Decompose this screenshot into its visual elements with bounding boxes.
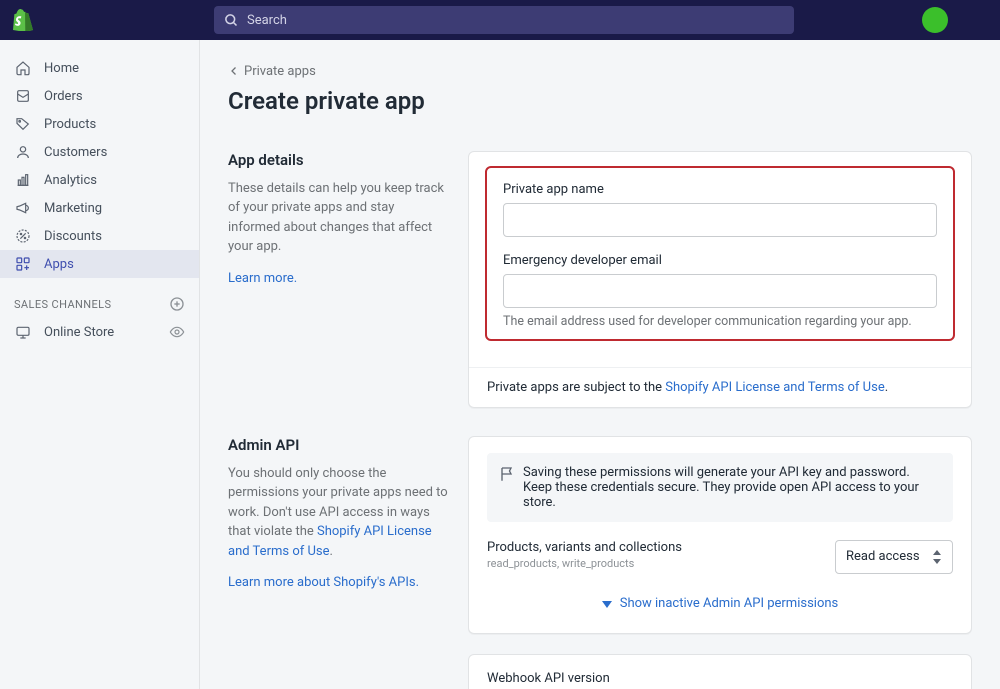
select-chevron-icon	[932, 550, 942, 564]
apps-icon	[14, 256, 32, 272]
learn-more-link[interactable]: Learn more.	[228, 271, 297, 286]
permission-row-products: Products, variants and collections read_…	[487, 540, 953, 574]
sidebar-item-label: Orders	[44, 89, 83, 104]
main-content: Private apps Create private app App deta…	[200, 40, 1000, 689]
sidebar-item-label: Products	[44, 117, 96, 132]
sidebar: Home Orders Products Customers Analytics…	[0, 40, 200, 689]
tag-icon	[14, 116, 32, 132]
discount-icon	[14, 228, 32, 244]
flag-icon	[499, 465, 517, 510]
sidebar-item-apps[interactable]: Apps	[0, 250, 199, 278]
section-heading: App details	[228, 151, 448, 169]
toggle-label: Show inactive Admin API permissions	[620, 596, 839, 611]
section-app-details: App details These details can help you k…	[228, 151, 972, 408]
sidebar-item-label: Discounts	[44, 229, 102, 244]
show-inactive-toggle[interactable]: Show inactive Admin API permissions	[602, 596, 839, 611]
sidebar-section-header: SALES CHANNELS	[0, 278, 199, 318]
analytics-icon	[14, 172, 32, 188]
webhook-card: Webhook API version 2020-04 (Latest)	[468, 654, 972, 689]
eye-icon[interactable]	[169, 324, 185, 340]
api-key-banner: Saving these permissions will generate y…	[487, 453, 953, 522]
developer-email-input[interactable]	[503, 274, 937, 308]
caret-down-icon	[602, 599, 612, 609]
app-details-card: Private app name Emergency developer ema…	[468, 151, 972, 408]
add-channel-icon[interactable]	[169, 296, 185, 312]
sidebar-item-analytics[interactable]: Analytics	[0, 166, 199, 194]
breadcrumb[interactable]: Private apps	[228, 64, 316, 79]
permission-title: Products, variants and collections	[487, 540, 682, 555]
webhook-version-label: Webhook API version	[487, 671, 953, 686]
sidebar-section-label: SALES CHANNELS	[14, 298, 111, 311]
developer-email-label: Emergency developer email	[503, 253, 937, 268]
sidebar-item-home[interactable]: Home	[0, 54, 199, 82]
search-placeholder: Search	[247, 13, 287, 28]
sidebar-channel-online-store[interactable]: Online Store	[0, 318, 199, 346]
chevron-left-icon	[228, 65, 240, 77]
learn-more-apis-link[interactable]: Learn more about Shopify's APIs.	[228, 575, 419, 590]
sidebar-item-label: Customers	[44, 145, 107, 160]
orders-icon	[14, 88, 32, 104]
avatar[interactable]	[922, 7, 948, 33]
app-name-label: Private app name	[503, 182, 937, 197]
section-description: These details can help you keep track of…	[228, 179, 448, 257]
sidebar-item-label: Analytics	[44, 173, 97, 188]
sidebar-item-discounts[interactable]: Discounts	[0, 222, 199, 250]
footer-text: Private apps are subject to the	[487, 380, 665, 395]
developer-email-help: The email address used for developer com…	[503, 314, 937, 329]
customer-icon	[14, 144, 32, 160]
megaphone-icon	[14, 200, 32, 216]
permission-scopes: read_products, write_products	[487, 557, 682, 570]
sidebar-item-label: Marketing	[44, 201, 102, 216]
sidebar-item-label: Apps	[44, 257, 74, 272]
permission-value: Read access	[846, 549, 920, 564]
admin-api-card: Saving these permissions will generate y…	[468, 436, 972, 634]
section-admin-api: Admin API You should only choose the per…	[228, 436, 972, 689]
highlighted-area: Private app name Emergency developer ema…	[485, 166, 955, 341]
sidebar-item-products[interactable]: Products	[0, 110, 199, 138]
api-license-link[interactable]: Shopify API License and Terms of Use	[665, 380, 884, 395]
search-box[interactable]: Search	[214, 6, 794, 34]
search-icon	[224, 13, 239, 28]
breadcrumb-label: Private apps	[244, 64, 316, 79]
sidebar-item-customers[interactable]: Customers	[0, 138, 199, 166]
sidebar-channel-label: Online Store	[44, 325, 114, 340]
app-details-footer: Private apps are subject to the Shopify …	[469, 367, 971, 407]
sidebar-item-marketing[interactable]: Marketing	[0, 194, 199, 222]
sidebar-item-label: Home	[44, 61, 79, 76]
sidebar-item-orders[interactable]: Orders	[0, 82, 199, 110]
app-name-input[interactable]	[503, 203, 937, 237]
banner-text: Saving these permissions will generate y…	[523, 465, 941, 510]
page-title: Create private app	[228, 87, 972, 115]
home-icon	[14, 60, 32, 76]
section-description: You should only choose the permissions y…	[228, 464, 448, 562]
top-bar: Search	[0, 0, 1000, 40]
online-store-icon	[14, 324, 32, 340]
section-heading: Admin API	[228, 436, 448, 454]
shopify-logo	[12, 9, 34, 31]
permission-select[interactable]: Read access	[835, 540, 953, 574]
